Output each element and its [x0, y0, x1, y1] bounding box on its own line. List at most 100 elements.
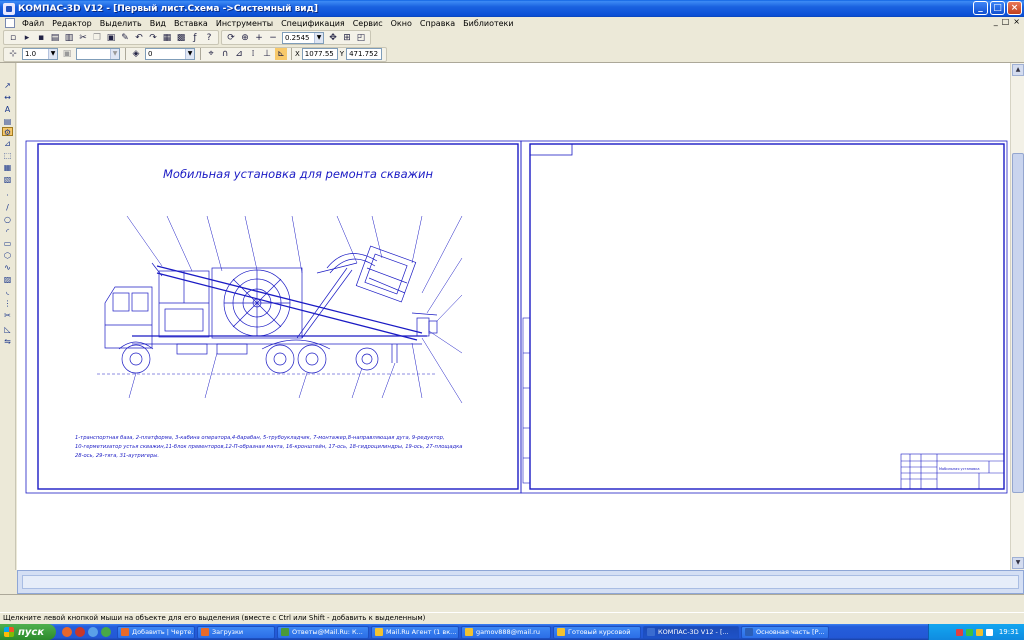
menu-editor[interactable]: Редактор	[48, 19, 96, 28]
menu-view[interactable]: Вид	[146, 19, 170, 28]
kompas-app-icon[interactable]	[3, 2, 15, 15]
new-file-icon[interactable]: ▫	[7, 32, 19, 44]
zoom-out-icon[interactable]: −	[267, 32, 279, 44]
dimensions-tool-icon[interactable]: ↔	[2, 93, 13, 102]
help-pointer-icon[interactable]: ?	[203, 32, 215, 44]
chevron-down-icon[interactable]: ▼	[185, 49, 194, 59]
coordinate-system-icon[interactable]: ⊹	[7, 48, 19, 60]
drawing-workspace[interactable]: Мобильная установка для ремонта скважин …	[17, 63, 1010, 570]
line-tool-icon[interactable]: /	[2, 203, 13, 212]
document-icon[interactable]	[5, 18, 15, 28]
menu-insert[interactable]: Вставка	[170, 19, 212, 28]
antivirus-icon[interactable]	[955, 628, 963, 636]
browser-icon[interactable]	[62, 627, 72, 637]
chevron-down-icon[interactable]: ▼	[48, 49, 57, 59]
orthogonal-mode-icon[interactable]: ⊾	[275, 48, 287, 60]
refresh-icon[interactable]: ⟳	[225, 32, 237, 44]
spec-tool-icon[interactable]: ▦	[2, 163, 13, 172]
symmetry-tool-icon[interactable]: ⇋	[2, 337, 13, 346]
taskbar-item-2[interactable]: Загрузки	[197, 625, 275, 639]
undo-icon[interactable]: ↶	[133, 32, 145, 44]
ie-icon[interactable]	[88, 627, 98, 637]
menu-tools[interactable]: Инструменты	[212, 19, 277, 28]
zoom-combo[interactable]: 0.2545 ▼	[282, 31, 324, 44]
start-button[interactable]: пуск	[0, 624, 56, 640]
doc-minimize-button[interactable]: _	[994, 17, 998, 26]
pan-icon[interactable]: ✥	[327, 32, 339, 44]
zoom-in-icon[interactable]: +	[253, 32, 265, 44]
language-icon[interactable]	[985, 628, 993, 636]
show-all-icon[interactable]: ⊞	[341, 32, 353, 44]
chamfer-tool-icon[interactable]: ◺	[2, 325, 13, 334]
arc-tool-icon[interactable]: ◜	[2, 227, 13, 236]
scroll-thumb[interactable]	[1012, 153, 1024, 493]
taskbar-item-8[interactable]: Основная часть [Р...	[741, 625, 829, 639]
library-icon[interactable]: ▩	[175, 32, 187, 44]
offset-tool-icon[interactable]: ⋮	[2, 299, 13, 308]
maximize-button[interactable]: □	[990, 1, 1005, 15]
opera-icon[interactable]	[75, 627, 85, 637]
chevron-down-icon[interactable]: ▼	[314, 32, 323, 43]
clock[interactable]: 19:31	[999, 628, 1019, 636]
taskbar-item-7[interactable]: КОМПАС-3D V12 - [...	[643, 625, 739, 639]
scroll-down-arrow-icon[interactable]: ▼	[1012, 557, 1024, 569]
circle-tool-icon[interactable]: ○	[2, 215, 13, 224]
rectangle-tool-icon[interactable]: ▭	[2, 239, 13, 248]
menu-help[interactable]: Справка	[416, 19, 459, 28]
coord-x-field[interactable]: 1077.55	[301, 48, 338, 60]
close-button[interactable]: ×	[1007, 1, 1022, 15]
point-tool-icon[interactable]: ·	[2, 191, 13, 200]
geometry-tool-icon[interactable]: ↗	[2, 81, 13, 90]
paste-icon[interactable]: ▣	[105, 32, 117, 44]
manager-icon[interactable]: ▦	[161, 32, 173, 44]
menu-service[interactable]: Сервис	[349, 19, 387, 28]
snap-icon[interactable]: ⌖	[205, 48, 217, 60]
volume-icon[interactable]	[975, 628, 983, 636]
rotate-view-icon[interactable]: ◰	[355, 32, 367, 44]
taskbar-item-1[interactable]: Добавить | Черте...	[117, 625, 195, 639]
measure-tool-icon[interactable]: ⊿	[2, 139, 13, 148]
trim-tool-icon[interactable]: ✂	[2, 311, 13, 320]
select-tool-icon[interactable]: ⬚	[2, 151, 13, 160]
print-preview-icon[interactable]: ▥	[63, 32, 75, 44]
menu-libraries[interactable]: Библиотеки	[459, 19, 517, 28]
chrome-icon[interactable]	[101, 627, 111, 637]
taskbar-item-5[interactable]: gamov888@mail.ru	[461, 625, 551, 639]
open-file-icon[interactable]: ▸	[21, 32, 33, 44]
copy-icon[interactable]: ❐	[91, 32, 103, 44]
coord-y-field[interactable]: 471.752	[346, 48, 383, 60]
redo-icon[interactable]: ↷	[147, 32, 159, 44]
taskbar-item-4[interactable]: Mail.Ru Агент (1 вк...	[371, 625, 459, 639]
doc-close-button[interactable]: ×	[1013, 17, 1020, 26]
scale-combo[interactable]: 1.0 ▼	[22, 48, 58, 60]
grid-icon[interactable]: ⁞	[247, 48, 259, 60]
cut-icon[interactable]: ✂	[77, 32, 89, 44]
polygon-tool-icon[interactable]: ⬡	[2, 251, 13, 260]
menu-file[interactable]: Файл	[18, 19, 48, 28]
ortho-icon[interactable]: ⊿	[233, 48, 245, 60]
variables-icon[interactable]: ƒ	[189, 32, 201, 44]
magnet-icon[interactable]: ∩	[219, 48, 231, 60]
view-icon[interactable]: ▣	[61, 48, 73, 60]
layer-icon[interactable]: ◈	[130, 48, 142, 60]
hatch-tool-icon[interactable]: ▨	[2, 275, 13, 284]
chevron-down-icon[interactable]: ▼	[110, 49, 119, 59]
save-icon[interactable]: ▪	[35, 32, 47, 44]
zoom-window-icon[interactable]: ⊕	[239, 32, 251, 44]
layer-combo[interactable]: 0 ▼	[145, 48, 195, 60]
properties-icon[interactable]: ✎	[119, 32, 131, 44]
vertical-scrollbar[interactable]: ▲ ▼	[1010, 63, 1024, 570]
menu-select[interactable]: Выделить	[96, 19, 146, 28]
print-icon[interactable]: ▤	[49, 32, 61, 44]
parametrization-tool-icon[interactable]: ⚙	[2, 127, 13, 137]
drawing-canvas[interactable]: Мобильная установка для ремонта скважин …	[17, 63, 1010, 570]
minimize-button[interactable]: _	[973, 1, 988, 15]
network-icon[interactable]	[965, 628, 973, 636]
spline-tool-icon[interactable]: ∿	[2, 263, 13, 272]
reports-tool-icon[interactable]: ▧	[2, 175, 13, 184]
taskbar-item-3[interactable]: Ответы@Mail.Ru: К...	[277, 625, 369, 639]
edit-tool-icon[interactable]: ▤	[2, 117, 13, 126]
view-combo[interactable]: ▼	[76, 48, 120, 60]
fillet-tool-icon[interactable]: ◟	[2, 287, 13, 296]
taskbar-item-6[interactable]: Готовый курсовой	[553, 625, 641, 639]
